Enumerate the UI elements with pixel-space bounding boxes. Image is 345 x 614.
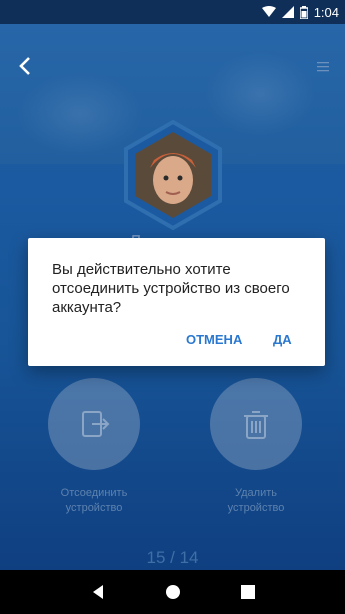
trash-icon [244, 411, 268, 439]
nav-home-button[interactable] [161, 580, 185, 604]
cancel-button[interactable]: ОТМЕНА [186, 332, 242, 347]
confirm-dialog: Вы действительно хотите отсоединить устр… [28, 238, 325, 366]
nav-back-button[interactable] [86, 580, 110, 604]
menu-icon [317, 62, 329, 72]
delete-device-label-text: Удалить устройство [227, 487, 285, 514]
avatar [120, 119, 226, 231]
back-button[interactable] [14, 54, 38, 78]
disconnect-device-label-text: Отсоединить устройство [60, 487, 128, 514]
delete-device-button[interactable] [210, 378, 302, 470]
delete-device-label: Удалить устройство [191, 486, 321, 516]
status-time: 1:04 [313, 4, 339, 20]
menu-button[interactable] [315, 58, 333, 76]
back-arrow-icon [19, 57, 30, 75]
ok-button[interactable]: ДА [273, 332, 292, 347]
disconnect-icon [82, 411, 110, 437]
disconnect-device-button[interactable] [48, 378, 140, 470]
signal-icon [281, 6, 294, 18]
nav-back-icon [92, 585, 103, 599]
nav-home-icon [165, 585, 180, 599]
disconnect-device-label: Отсоединить устройство [29, 486, 159, 516]
battery-icon [299, 5, 308, 19]
status-bar: 1:04 [0, 0, 345, 24]
dialog-message: Вы действительно хотите отсоединить устр… [52, 261, 290, 316]
navigation-bar [0, 570, 345, 614]
nav-recents-icon [240, 585, 255, 599]
pager-indicator: 15 / 14 [146, 548, 199, 567]
nav-recents-button[interactable] [236, 580, 260, 604]
wifi-icon [261, 6, 276, 18]
